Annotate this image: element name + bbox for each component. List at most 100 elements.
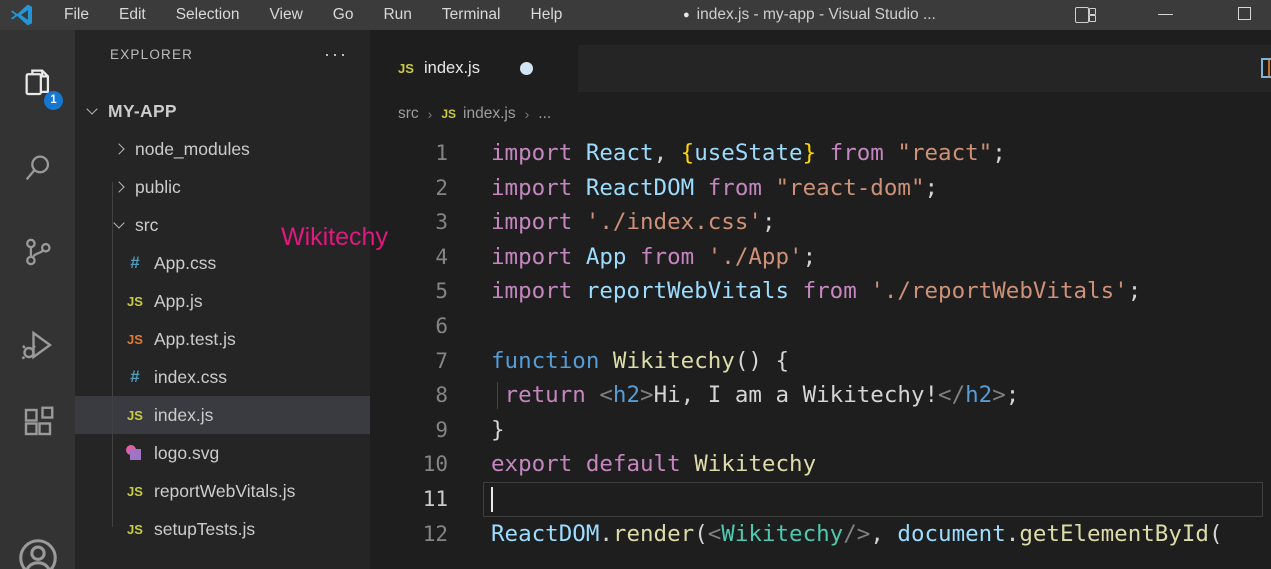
code-text: import './index.css'; [491, 205, 1271, 240]
more-actions-icon[interactable]: ··· [324, 49, 348, 59]
tab-modified-dot[interactable] [520, 62, 533, 75]
tab-label: index.js [424, 59, 480, 78]
tree-item-logo.svg[interactable]: logo.svg [75, 434, 370, 472]
code-line-6[interactable]: 6 [370, 309, 1271, 344]
watermark-text: Wikitechy [281, 223, 388, 252]
tree-item-app.test.js[interactable]: JSApp.test.js [75, 320, 370, 358]
code-line-9[interactable]: 9} [370, 413, 1271, 448]
breadcrumb-file[interactable]: index.js [463, 105, 516, 123]
tree-item-setuptests.js[interactable]: JSsetupTests.js [75, 510, 370, 548]
css-file-icon: # [125, 367, 145, 387]
customize-layout-icon[interactable] [1075, 7, 1089, 23]
line-number: 5 [370, 274, 491, 309]
breadcrumb-folder[interactable]: src [398, 105, 419, 123]
tree-item-label: index.js [154, 405, 213, 426]
code-line-8[interactable]: 8 return <h2>Hi, I am a Wikitechy!</h2>; [370, 378, 1271, 413]
vscode-window: FileEditSelectionViewGoRunTerminalHelp ●… [0, 0, 1271, 569]
menu-selection[interactable]: Selection [161, 0, 255, 30]
vscode-logo-icon [9, 2, 35, 28]
code-text: import ReactDOM from "react-dom"; [491, 171, 1271, 206]
menu-help[interactable]: Help [516, 0, 578, 30]
tree-item-label: App.test.js [154, 329, 236, 350]
breadcrumb: src › JS index.js › ... [370, 92, 1271, 136]
tree-item-index.css[interactable]: # index.css [75, 358, 370, 396]
tab-indexjs[interactable]: JS index.js [370, 45, 578, 92]
code-text [491, 482, 1271, 517]
menu-go[interactable]: Go [318, 0, 369, 30]
line-number: 3 [370, 205, 491, 240]
line-number: 2 [370, 171, 491, 206]
line-number: 6 [370, 309, 491, 344]
explorer-header: EXPLORER ··· [75, 30, 370, 78]
svg-file-icon [125, 444, 145, 462]
tree-item-reportwebvitals.js[interactable]: JS reportWebVitals.js [75, 472, 370, 510]
chevron-right-icon [113, 143, 124, 154]
code-line-4[interactable]: 4import App from './App'; [370, 240, 1271, 275]
css-file-icon: # [125, 253, 145, 273]
tree-item-label: reportWebVitals.js [154, 481, 295, 502]
account-icon[interactable] [0, 528, 75, 569]
chevron-right-icon: › [525, 106, 530, 122]
tree-item-label: src [135, 215, 158, 236]
line-number: 8 [370, 378, 491, 413]
line-number: 10 [370, 447, 491, 482]
source-control-icon[interactable] [0, 222, 75, 282]
js-file-icon: JS [396, 61, 416, 76]
line-number: 12 [370, 517, 491, 552]
search-icon[interactable] [0, 138, 75, 198]
tree-item-label: MY-APP [108, 101, 177, 122]
code-text [491, 309, 1271, 344]
code-text: ReactDOM.render(<Wikitechy/>, document.g… [491, 517, 1271, 552]
file-tree: MY-APPnode_modulespublicsrc#App.cssJSApp… [75, 92, 370, 548]
title-modified-dot: ● [683, 9, 690, 21]
extensions-icon[interactable] [0, 392, 75, 452]
explorer-title: EXPLORER [110, 47, 324, 62]
chevron-down-icon [113, 217, 124, 228]
menu-run[interactable]: Run [368, 0, 426, 30]
explorer-sidebar: EXPLORER ··· MY-APP node_modulespublic src… [75, 30, 370, 569]
menu-edit[interactable]: Edit [104, 0, 161, 30]
maximize-icon[interactable] [1238, 7, 1251, 20]
text-cursor [491, 487, 493, 512]
js-file-icon: JS [125, 294, 145, 309]
tree-item-label: App.js [154, 291, 203, 312]
code-text: import React, {useState} from "react"; [491, 136, 1271, 171]
menu-file[interactable]: File [49, 0, 104, 30]
explorer-badge: 1 [44, 91, 63, 110]
minimize-icon[interactable] [1158, 14, 1173, 15]
tree-item-index.js[interactable]: JSindex.js [75, 396, 370, 434]
tree-item-app.js[interactable]: JS App.js [75, 282, 370, 320]
tree-item-label: index.css [154, 367, 227, 388]
js-file-icon: JS [125, 484, 145, 499]
code-line-5[interactable]: 5import reportWebVitals from './reportWe… [370, 274, 1271, 309]
workspace-root-my-app[interactable]: MY-APP [75, 92, 370, 130]
editor-group: JS index.js src › JS index.js › ... 1imp… [370, 30, 1271, 569]
code-line-7[interactable]: 7function Wikitechy() { [370, 344, 1271, 379]
code-line-12[interactable]: 12ReactDOM.render(<Wikitechy/>, document… [370, 517, 1271, 552]
code-editor[interactable]: 1import React, {useState} from "react";2… [370, 136, 1271, 551]
code-line-1[interactable]: 1import React, {useState} from "react"; [370, 136, 1271, 171]
tree-item-node_modules[interactable]: node_modules [75, 130, 370, 168]
indent-guide [497, 382, 498, 409]
split-editor-icon[interactable] [1261, 58, 1271, 78]
code-line-2[interactable]: 2import ReactDOM from "react-dom"; [370, 171, 1271, 206]
code-line-3[interactable]: 3import './index.css'; [370, 205, 1271, 240]
tree-item-label: public [135, 177, 181, 198]
tab-bar: JS index.js [370, 45, 1271, 92]
breadcrumb-symbol[interactable]: ... [538, 105, 551, 123]
chevron-right-icon [113, 181, 124, 192]
code-line-11[interactable]: 11 [370, 482, 1271, 517]
tree-item-label: setupTests.js [154, 519, 255, 540]
menu-terminal[interactable]: Terminal [427, 0, 516, 30]
code-line-10[interactable]: 10export default Wikitechy [370, 447, 1271, 482]
run-debug-icon[interactable] [0, 315, 75, 375]
explorer-icon[interactable]: 1 [0, 52, 75, 112]
tree-item-public[interactable]: public [75, 168, 370, 206]
code-text: function Wikitechy() { [491, 344, 1271, 379]
chevron-down-icon [86, 103, 97, 114]
tree-item-label: node_modules [135, 139, 250, 160]
tree-item-label: App.css [154, 253, 216, 274]
line-number: 7 [370, 344, 491, 379]
code-text: export default Wikitechy [491, 447, 1271, 482]
menu-view[interactable]: View [254, 0, 317, 30]
